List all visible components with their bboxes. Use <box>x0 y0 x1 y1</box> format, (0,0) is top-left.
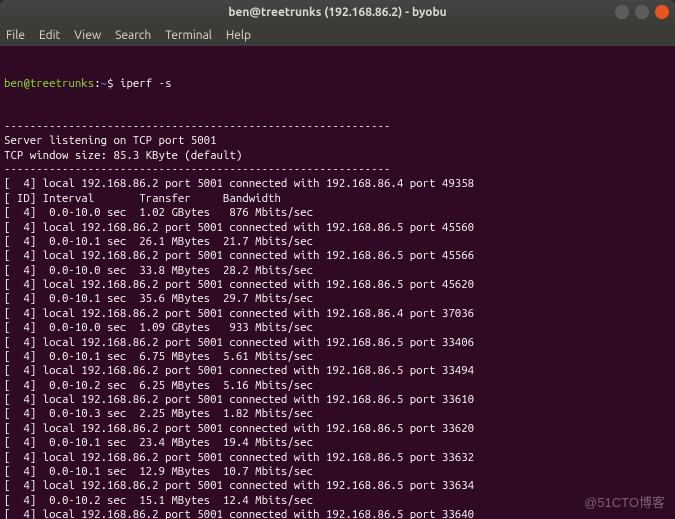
terminal-line: [ 4] 0.0-10.3 sec 2.25 MBytes 1.82 Mbits… <box>4 407 671 421</box>
terminal-line: [ 4] local 192.168.86.2 port 5001 connec… <box>4 364 671 378</box>
terminal-line: [ 4] 0.0-10.1 sec 23.4 MBytes 19.4 Mbits… <box>4 436 671 450</box>
terminal-line: [ 4] 0.0-10.1 sec 6.75 MBytes 5.61 Mbits… <box>4 350 671 364</box>
prompt-user: ben <box>4 77 23 90</box>
terminal-line: [ 4] local 192.168.86.2 port 5001 connec… <box>4 249 671 263</box>
terminal-line: [ 4] local 192.168.86.2 port 5001 connec… <box>4 177 671 191</box>
terminal-line: [ 4] 0.0-10.2 sec 6.25 MBytes 5.16 Mbits… <box>4 379 671 393</box>
maximize-icon[interactable] <box>635 5 649 19</box>
terminal-line: TCP window size: 85.3 KByte (default) <box>4 149 671 163</box>
terminal-line: [ 4] local 192.168.86.2 port 5001 connec… <box>4 451 671 465</box>
watermark: @51CTO博客 <box>584 495 665 511</box>
menu-view[interactable]: View <box>74 29 101 42</box>
terminal-line: [ 4] local 192.168.86.2 port 5001 connec… <box>4 336 671 350</box>
terminal-line: [ 4] local 192.168.86.2 port 5001 connec… <box>4 479 671 493</box>
menubar: File Edit View Search Terminal Help <box>0 24 675 46</box>
terminal-line: ----------------------------------------… <box>4 120 671 134</box>
terminal-line: [ 4] 0.0-10.1 sec 12.9 MBytes 10.7 Mbits… <box>4 465 671 479</box>
terminal-line: [ 4] 0.0-10.0 sec 1.09 GBytes 933 Mbits/… <box>4 321 671 335</box>
terminal-line: [ 4] 0.0-10.1 sec 26.1 MBytes 21.7 Mbits… <box>4 235 671 249</box>
terminal-line: [ 4] local 192.168.86.2 port 5001 connec… <box>4 307 671 321</box>
menu-terminal[interactable]: Terminal <box>165 29 212 42</box>
menu-help[interactable]: Help <box>226 29 251 42</box>
prompt-command: iperf -s <box>120 77 172 90</box>
terminal-window: ben@treetrunks (192.168.86.2) - byobu Fi… <box>0 0 675 519</box>
terminal-line: [ 4] local 192.168.86.2 port 5001 connec… <box>4 422 671 436</box>
terminal-line: [ ID] Interval Transfer Bandwidth <box>4 192 671 206</box>
prompt-host: treetrunks <box>30 77 94 90</box>
terminal-line: [ 4] local 192.168.86.2 port 5001 connec… <box>4 508 671 519</box>
terminal-line: [ 4] 0.0-10.2 sec 15.1 MBytes 12.4 Mbits… <box>4 494 671 508</box>
prompt-line: ben@treetrunks:~$ iperf -s <box>4 77 671 91</box>
menu-search[interactable]: Search <box>115 29 151 42</box>
terminal-line: [ 4] local 192.168.86.2 port 5001 connec… <box>4 393 671 407</box>
window-title: ben@treetrunks (192.168.86.2) - byobu <box>228 6 446 19</box>
minimize-icon[interactable] <box>615 5 629 19</box>
terminal-viewport[interactable]: ben@treetrunks:~$ iperf -s -------------… <box>0 46 675 519</box>
prompt-dollar: $ <box>107 77 113 90</box>
terminal-line: Server listening on TCP port 5001 <box>4 134 671 148</box>
titlebar[interactable]: ben@treetrunks (192.168.86.2) - byobu <box>0 0 675 24</box>
terminal-line: [ 4] 0.0-10.1 sec 35.6 MBytes 29.7 Mbits… <box>4 292 671 306</box>
terminal-line: ----------------------------------------… <box>4 163 671 177</box>
terminal-line: [ 4] 0.0-10.0 sec 1.02 GBytes 876 Mbits/… <box>4 206 671 220</box>
window-controls <box>615 5 669 19</box>
close-icon[interactable] <box>655 5 669 19</box>
terminal-output: ----------------------------------------… <box>4 120 671 519</box>
menu-edit[interactable]: Edit <box>39 29 60 42</box>
terminal-line: [ 4] 0.0-10.0 sec 33.8 MBytes 28.2 Mbits… <box>4 264 671 278</box>
terminal-line: [ 4] local 192.168.86.2 port 5001 connec… <box>4 221 671 235</box>
terminal-line: [ 4] local 192.168.86.2 port 5001 connec… <box>4 278 671 292</box>
menu-file[interactable]: File <box>6 29 25 42</box>
